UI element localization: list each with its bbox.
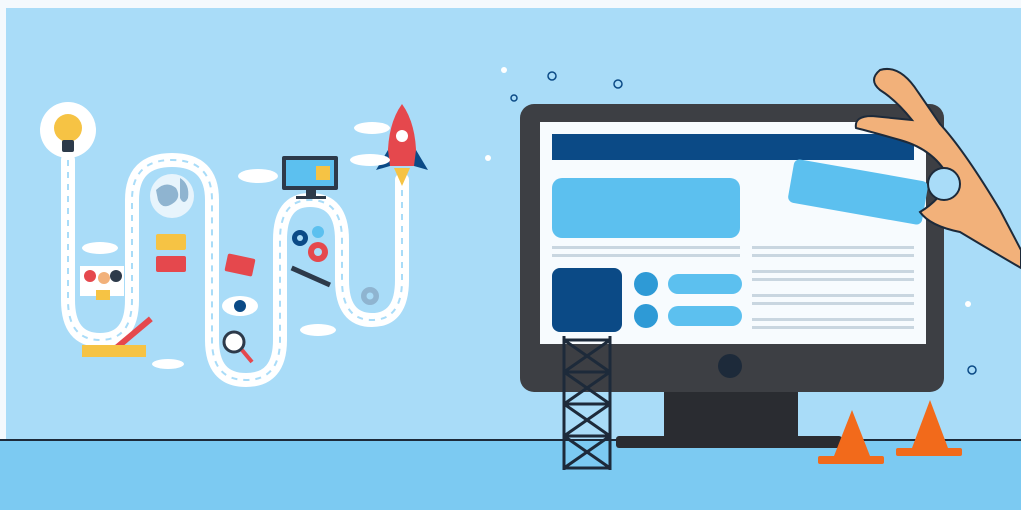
illustration-frame bbox=[0, 0, 1021, 510]
eye-icon bbox=[222, 296, 258, 316]
floor bbox=[0, 440, 1021, 510]
globe-icon bbox=[150, 174, 194, 218]
ruler-icon bbox=[82, 345, 146, 357]
lightbulb-icon bbox=[40, 102, 96, 158]
people-icon bbox=[80, 266, 124, 300]
